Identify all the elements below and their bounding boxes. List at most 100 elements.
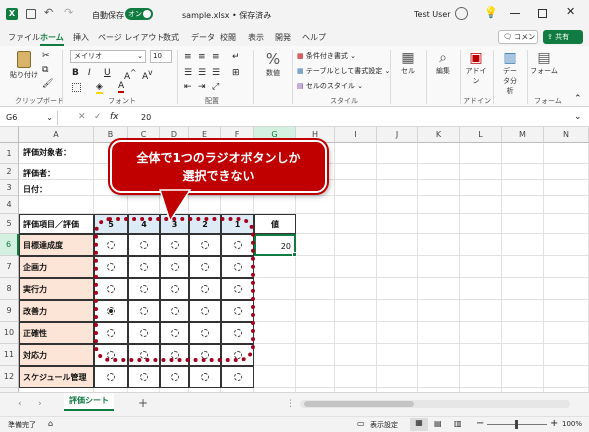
row-header-9[interactable]: 9	[0, 300, 19, 322]
column-header-m[interactable]: M	[502, 127, 544, 143]
row-header-4[interactable]: 4	[0, 196, 19, 214]
cancel-icon[interactable]: ✕	[78, 112, 86, 122]
indent-icon[interactable]: ⇤	[184, 82, 192, 92]
addin-button[interactable]: ▣ アドイン	[463, 50, 489, 86]
font-name-select[interactable]: メイリオ ⌄	[70, 50, 146, 63]
redo-icon[interactable]: ↷	[64, 6, 73, 19]
file-name[interactable]: sample.xlsx • 保存済み	[182, 10, 271, 21]
font-color-icon[interactable]: A	[118, 81, 125, 93]
radio-button[interactable]	[233, 373, 242, 381]
align-bottom-icon[interactable]: ≡	[212, 52, 220, 62]
lightbulb-icon[interactable]: 💡	[484, 6, 498, 19]
row-header-7[interactable]: 7	[0, 256, 19, 278]
cell-styles-button[interactable]: ▤ セルのスタイル ⌄	[297, 81, 363, 91]
shrink-font-button[interactable]: Av	[142, 68, 153, 82]
cells-button[interactable]: ▦ セル	[395, 50, 421, 76]
autosave-toggle[interactable]: オン	[125, 8, 153, 20]
options-icon[interactable]: ⋮	[286, 399, 295, 409]
wrap-text-icon[interactable]: ↵	[232, 52, 240, 62]
align-right-icon[interactable]: ☰	[212, 68, 220, 78]
accessibility-icon[interactable]: ⌂	[48, 419, 53, 428]
insert-function-icon[interactable]: fx	[110, 112, 119, 122]
display-settings-icon[interactable]: ▭	[357, 419, 365, 428]
row-header-11[interactable]: 11	[0, 344, 19, 366]
tab-home[interactable]: ホーム	[40, 32, 64, 46]
bold-button[interactable]: B	[72, 68, 79, 78]
select-all-corner[interactable]	[0, 127, 19, 143]
display-settings-label[interactable]: 表示設定	[370, 420, 398, 430]
cut-icon[interactable]: ✂	[42, 51, 50, 61]
cell-g6-value[interactable]: 20	[254, 234, 296, 256]
tab-developer[interactable]: 開発	[275, 32, 291, 43]
minimize-icon[interactable]	[510, 13, 520, 14]
page-break-view-button[interactable]: ▥	[454, 419, 462, 428]
zoom-out-icon[interactable]: −	[476, 418, 484, 429]
fill-color-icon[interactable]: ◈	[96, 82, 103, 94]
zoom-slider[interactable]	[487, 420, 547, 429]
conditional-format-button[interactable]: ▦ 条件付き書式 ⌄	[297, 51, 356, 61]
expand-formula-icon[interactable]: ⌄	[574, 112, 582, 122]
tab-view[interactable]: 表示	[248, 32, 264, 43]
save-icon[interactable]	[26, 9, 36, 19]
avatar-icon[interactable]	[455, 7, 468, 20]
formula-input[interactable]: 20	[141, 113, 151, 122]
form-button[interactable]: ▤ フォーム	[530, 50, 558, 76]
number-button[interactable]: % 数値	[259, 50, 287, 78]
column-header-n[interactable]: N	[544, 127, 589, 143]
font-size-select[interactable]: 10	[150, 50, 172, 63]
tab-data[interactable]: データ	[191, 32, 215, 43]
scroll-right-icon[interactable]: ›	[38, 399, 42, 409]
align-middle-icon[interactable]: ≡	[198, 52, 206, 62]
column-header-i[interactable]: I	[335, 127, 377, 143]
radio-button[interactable]	[201, 373, 209, 381]
scrollbar-thumb[interactable]	[304, 401, 414, 407]
column-header-l[interactable]: L	[460, 127, 502, 143]
row-header-1[interactable]: 1	[0, 143, 19, 164]
border-icon[interactable]	[72, 83, 81, 92]
grow-font-button[interactable]: A^	[124, 68, 136, 82]
column-header-k[interactable]: K	[418, 127, 460, 143]
add-sheet-button[interactable]: +	[138, 396, 148, 410]
enter-icon[interactable]: ✓	[94, 112, 102, 122]
data-analysis-button[interactable]: ▥ データ分析	[496, 50, 524, 96]
collapse-ribbon-icon[interactable]: ⌃	[574, 94, 582, 104]
page-layout-view-button[interactable]: ▤	[434, 419, 442, 428]
tab-page-layout[interactable]: ページ レイアウト	[98, 32, 164, 43]
row-header-2[interactable]: 2	[0, 164, 19, 180]
zoom-level[interactable]: 100%	[562, 420, 582, 428]
row-header-12[interactable]: 12	[0, 366, 19, 388]
tab-insert[interactable]: 挿入	[73, 32, 89, 43]
outdent-icon[interactable]: ⇥	[198, 82, 206, 92]
align-top-icon[interactable]: ≡	[184, 52, 192, 62]
close-icon[interactable]: ✕	[566, 5, 575, 18]
align-left-icon[interactable]: ☰	[184, 68, 192, 78]
fill-handle[interactable]	[292, 252, 297, 257]
editing-button[interactable]: ⌕ 編集	[430, 50, 456, 76]
align-center-icon[interactable]: ☰	[198, 68, 206, 78]
radio-button[interactable]	[170, 373, 179, 381]
tab-help[interactable]: ヘルプ	[302, 32, 326, 43]
merge-icon[interactable]: ⊞	[232, 68, 240, 78]
horizontal-scrollbar[interactable]	[300, 400, 570, 408]
tab-review[interactable]: 校閲	[220, 32, 236, 43]
row-header-3[interactable]: 3	[0, 180, 19, 196]
undo-icon[interactable]: ↶	[44, 6, 53, 19]
maximize-icon[interactable]	[538, 9, 547, 18]
paste-button[interactable]: 貼り付け	[9, 49, 39, 89]
row-header-8[interactable]: 8	[0, 278, 19, 300]
format-painter-icon[interactable]: 🖌	[42, 79, 53, 89]
row-header-5[interactable]: 5	[0, 214, 19, 234]
row-header-10[interactable]: 10	[0, 322, 19, 344]
name-box[interactable]: G6 ⌄	[2, 111, 58, 125]
column-header-j[interactable]: J	[377, 127, 418, 143]
zoom-thumb[interactable]	[515, 420, 518, 429]
radio-button[interactable]	[140, 373, 148, 381]
share-button[interactable]: ⇪ 共有	[543, 30, 583, 44]
column-header-a[interactable]: A	[19, 127, 94, 143]
normal-view-button[interactable]: ▦	[410, 418, 428, 431]
comment-button[interactable]: 🗨 コメント	[498, 30, 538, 53]
italic-button[interactable]: I	[88, 68, 91, 78]
zoom-in-icon[interactable]: +	[550, 418, 558, 429]
tab-file[interactable]: ファイル	[8, 32, 40, 43]
scroll-left-icon[interactable]: ‹	[18, 399, 22, 409]
